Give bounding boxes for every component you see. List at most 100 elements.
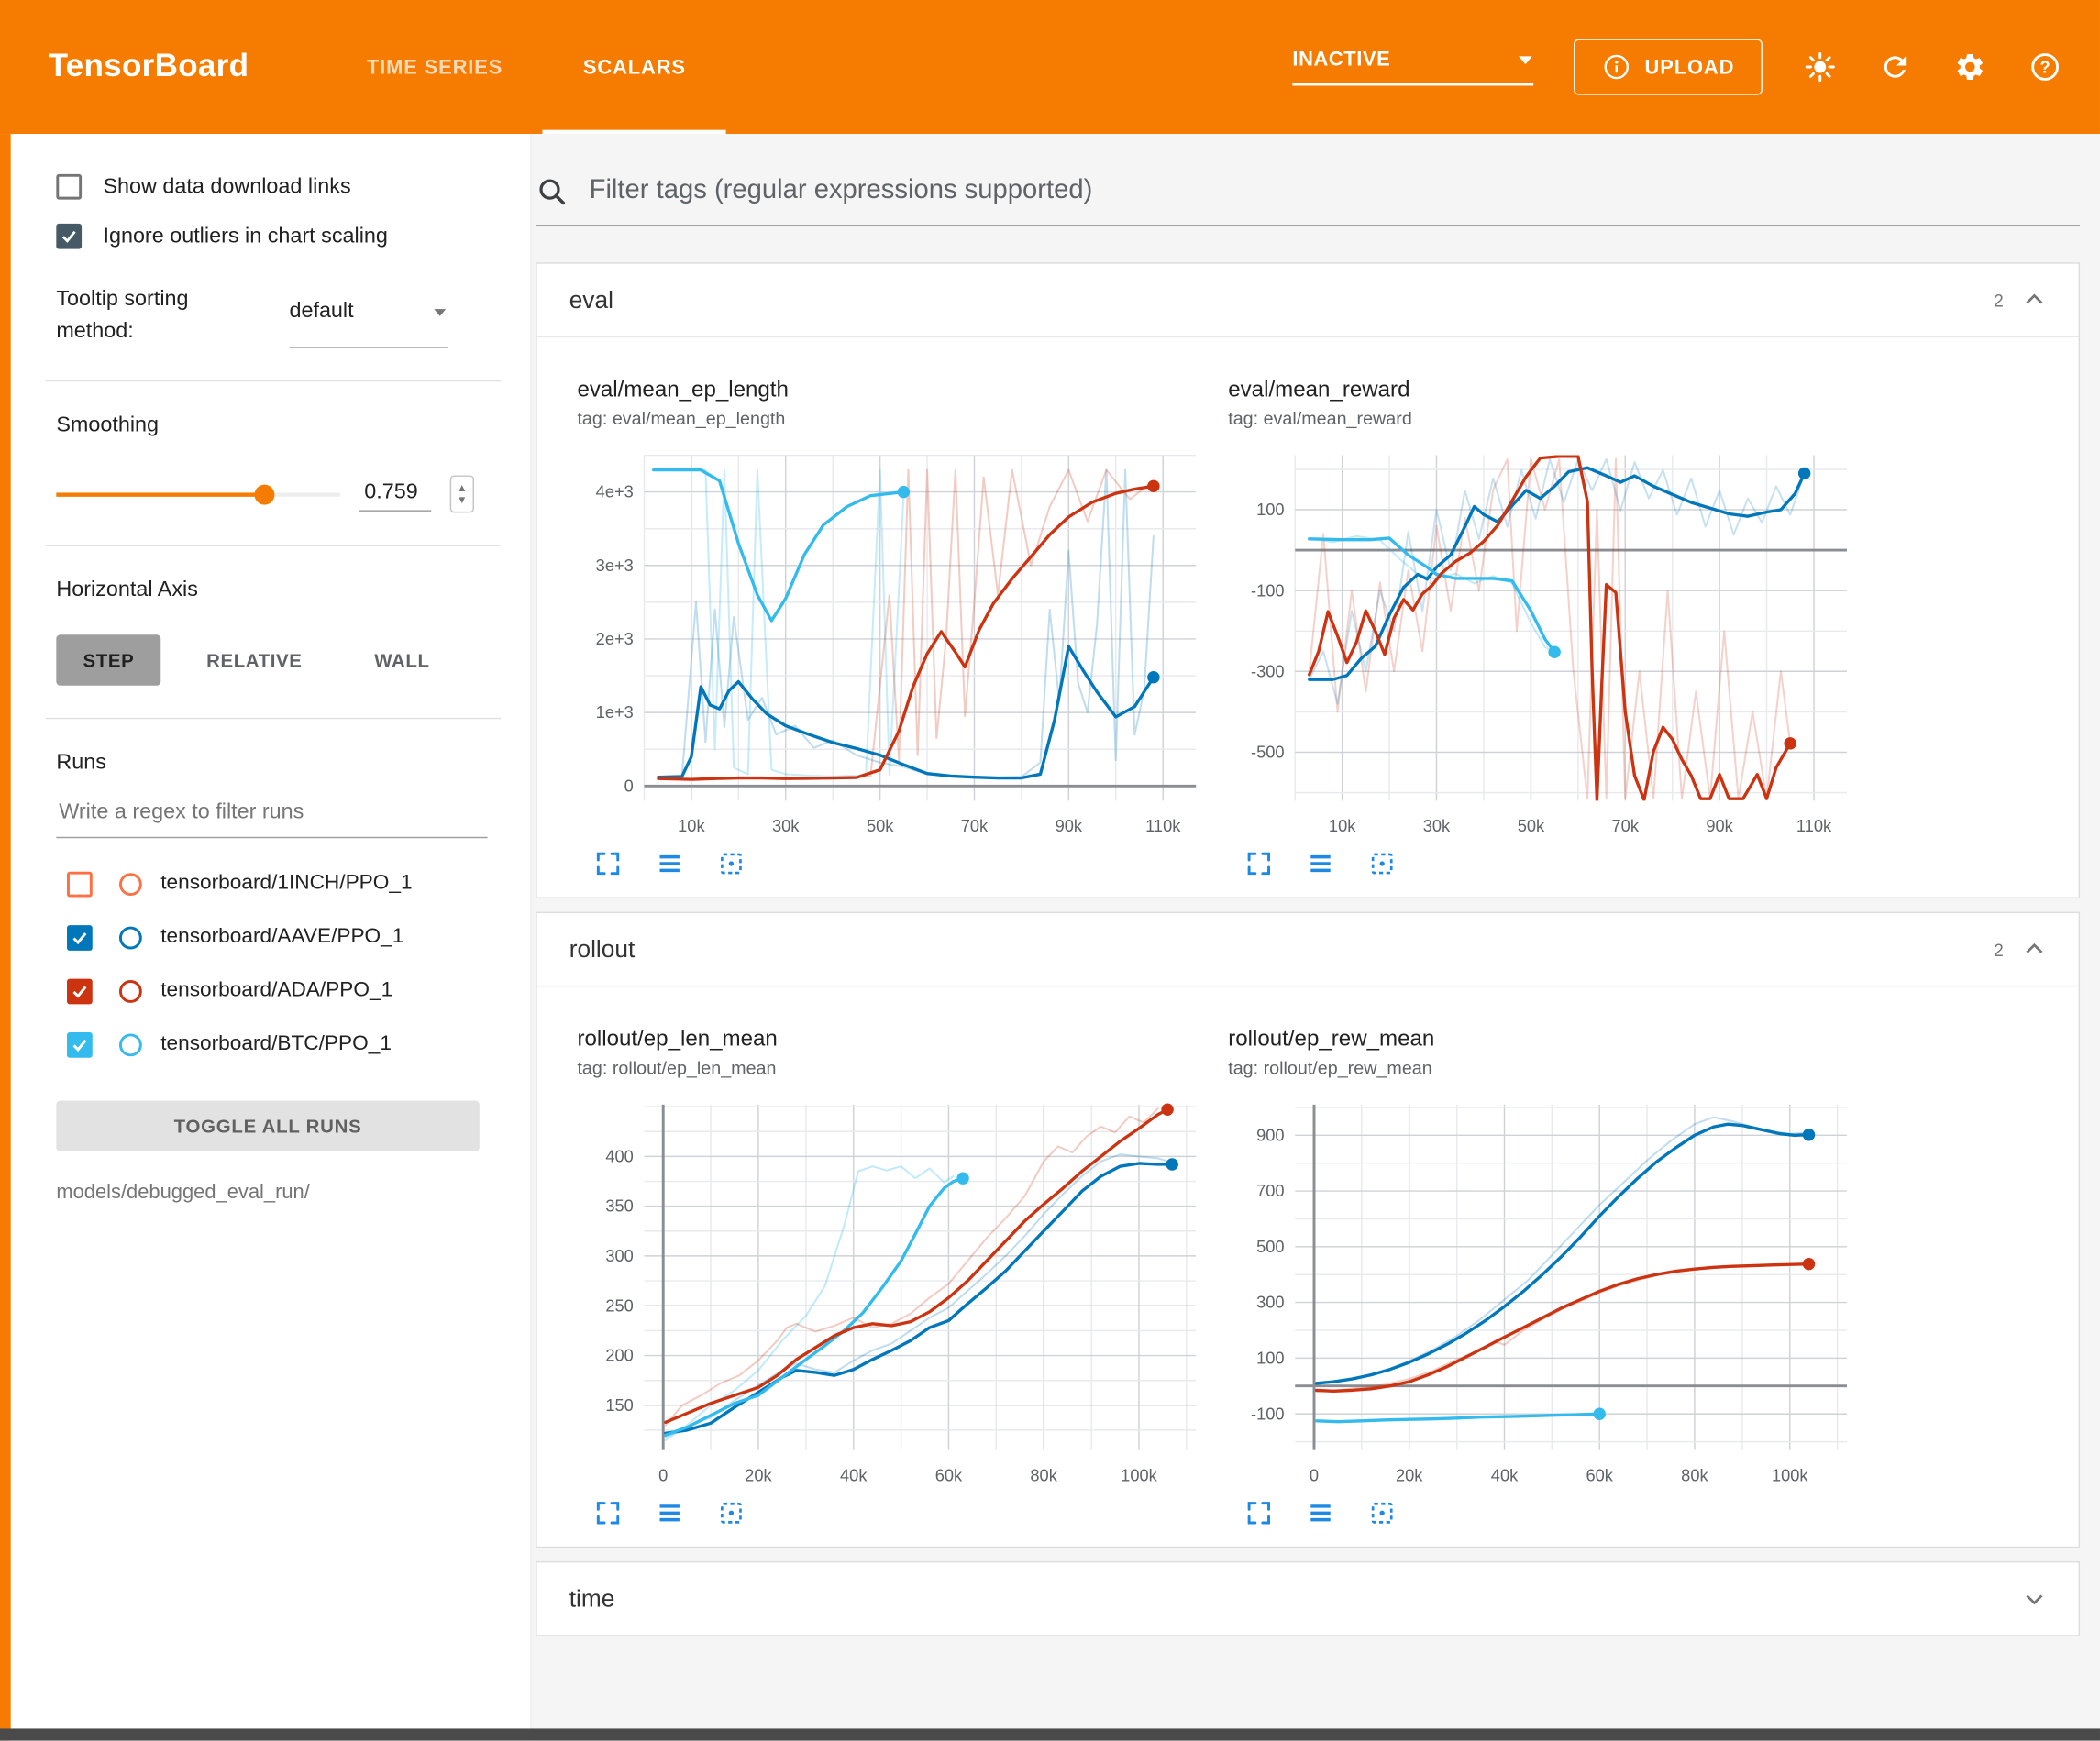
chart-plot-area[interactable]: -500-300-10010010k30k50k70k90k110k [1228, 439, 1857, 843]
section-rollout: rollout 2 rollout/ep_len_mean tag: rollo… [536, 912, 2080, 1548]
run-row[interactable]: tensorboard/1INCH/PPO_1 [56, 857, 492, 910]
ignore-outliers-checkbox[interactable] [56, 224, 82, 249]
tag-filter-input[interactable] [587, 174, 2080, 208]
ignore-outliers-checkbox-row[interactable]: Ignore outliers in chart scaling [56, 224, 492, 249]
settings-gear-icon[interactable] [1952, 50, 1987, 84]
chart-title: rollout/ep_len_mean [577, 1027, 1209, 1052]
fit-domain-icon[interactable] [716, 1498, 746, 1527]
upload-button[interactable]: UPLOAD [1574, 39, 1763, 94]
svg-text:110k: 110k [1145, 816, 1181, 835]
run-checkbox[interactable] [67, 924, 93, 950]
svg-text:60k: 60k [935, 1465, 963, 1484]
smoothing-slider[interactable] [56, 483, 340, 504]
svg-text:?: ? [2040, 57, 2050, 76]
run-checkbox[interactable] [67, 871, 93, 897]
section-chart-count: 2 [1994, 290, 2004, 310]
svg-text:20k: 20k [1396, 1465, 1423, 1484]
axis-step-button[interactable]: STEP [56, 634, 160, 685]
section-chart-count: 2 [1994, 940, 2004, 960]
expand-card-icon[interactable] [593, 849, 623, 878]
svg-text:20k: 20k [745, 1465, 772, 1484]
svg-text:90k: 90k [1706, 816, 1733, 835]
tensorboard-app: TensorBoard TIME SERIES SCALARS INACTIVE… [0, 0, 2100, 1741]
chevron-down-icon[interactable] [2019, 1584, 2049, 1614]
runs-filter-input[interactable] [56, 799, 492, 826]
chart-tag: tag: rollout/ep_rew_mean [1228, 1058, 1860, 1078]
run-color-circle [119, 872, 142, 895]
expand-card-icon[interactable] [593, 1498, 623, 1527]
run-row[interactable]: tensorboard/AAVE/PPO_1 [56, 910, 492, 964]
run-label: tensorboard/ADA/PPO_1 [160, 979, 392, 1003]
run-checkbox[interactable] [67, 1031, 93, 1057]
svg-text:350: 350 [605, 1196, 633, 1216]
svg-text:10k: 10k [1329, 816, 1356, 835]
brightness-toggle-icon[interactable] [1803, 50, 1838, 84]
svg-text:50k: 50k [867, 816, 894, 835]
section-time-header[interactable]: time [537, 1562, 2079, 1635]
run-checkbox[interactable] [67, 978, 93, 1004]
chart-plot-area[interactable]: -100100300500700900020k40k60k80k100k [1228, 1088, 1857, 1493]
fit-domain-icon[interactable] [1367, 849, 1397, 878]
sidebar-divider [46, 718, 502, 719]
chevron-down-icon [433, 307, 448, 316]
run-row[interactable]: tensorboard/ADA/PPO_1 [56, 964, 492, 1018]
tab-scalars[interactable]: SCALARS [543, 0, 726, 134]
svg-text:2e+3: 2e+3 [596, 629, 634, 648]
tooltip-sorting-value: default [289, 300, 353, 324]
chart-eval-mean-reward: eval/mean_reward tag: eval/mean_reward -… [1228, 378, 1860, 878]
run-color-circle [119, 1033, 142, 1056]
data-table-icon[interactable] [655, 849, 684, 878]
fit-domain-icon[interactable] [1367, 1498, 1397, 1527]
status-dropdown[interactable]: INACTIVE [1292, 49, 1533, 86]
svg-text:700: 700 [1256, 1181, 1284, 1200]
section-eval: eval 2 eval/mean_ep_length tag: eval/mea… [536, 262, 2080, 898]
content-area: Show data download links Ignore outliers… [0, 134, 2100, 1741]
stepper-up-icon[interactable]: ▲ [457, 482, 468, 493]
chevron-up-icon[interactable] [2019, 285, 2049, 314]
stepper-down-icon[interactable]: ▼ [457, 495, 468, 506]
tooltip-sorting-select[interactable]: default [289, 287, 447, 348]
slider-fill [56, 492, 263, 496]
fit-domain-icon[interactable] [716, 849, 746, 878]
chart-plot-area[interactable]: 150200250300350400020k40k60k80k100k [577, 1088, 1206, 1493]
svg-text:-500: -500 [1251, 743, 1285, 762]
axis-wall-button[interactable]: WALL [348, 634, 457, 685]
svg-text:0: 0 [1310, 1465, 1319, 1484]
svg-text:40k: 40k [1491, 1465, 1519, 1484]
tag-filter-field[interactable] [536, 174, 2080, 226]
tooltip-sorting-label: Tooltip sorting method: [56, 284, 271, 348]
show-download-links-checkbox[interactable] [56, 174, 82, 200]
smoothing-value-input[interactable]: 0.759 [359, 478, 431, 512]
data-table-icon[interactable] [1306, 849, 1335, 878]
show-download-links-checkbox-row[interactable]: Show data download links [56, 174, 492, 200]
section-eval-header[interactable]: eval 2 [537, 264, 2079, 337]
run-label: tensorboard/AAVE/PPO_1 [160, 925, 403, 949]
refresh-icon[interactable] [1878, 50, 1913, 84]
section-rollout-header[interactable]: rollout 2 [537, 913, 2079, 986]
smoothing-stepper[interactable]: ▲ ▼ [450, 475, 474, 512]
toggle-all-runs-button[interactable]: TOGGLE ALL RUNS [56, 1100, 480, 1151]
svg-text:70k: 70k [961, 816, 989, 835]
chart-toolbar [1228, 1498, 1860, 1527]
axis-relative-button[interactable]: RELATIVE [180, 634, 329, 685]
ignore-outliers-label: Ignore outliers in chart scaling [103, 225, 387, 248]
left-accent-strip [0, 134, 11, 1741]
run-row[interactable]: tensorboard/BTC/PPO_1 [56, 1018, 492, 1071]
expand-card-icon[interactable] [1244, 1498, 1274, 1527]
help-icon[interactable]: ? [2028, 50, 2062, 84]
chevron-up-icon[interactable] [2019, 934, 2049, 964]
svg-text:40k: 40k [840, 1465, 868, 1484]
chart-plot-area[interactable]: 01e+32e+33e+34e+310k30k50k70k90k110k [577, 439, 1206, 843]
slider-knob[interactable] [254, 485, 274, 505]
svg-text:60k: 60k [1586, 1465, 1613, 1484]
svg-text:300: 300 [605, 1246, 633, 1265]
data-table-icon[interactable] [655, 1498, 684, 1527]
runs-directory-path: models/debugged_eval_run/ [56, 1181, 492, 1204]
header-actions: INACTIVE UPLOAD [1292, 39, 2100, 94]
tab-time-series[interactable]: TIME SERIES [326, 0, 543, 134]
app-logo: TensorBoard [49, 49, 249, 86]
data-table-icon[interactable] [1306, 1498, 1335, 1527]
search-icon [536, 175, 568, 207]
expand-card-icon[interactable] [1244, 849, 1274, 878]
runs-filter-field[interactable] [56, 799, 487, 838]
